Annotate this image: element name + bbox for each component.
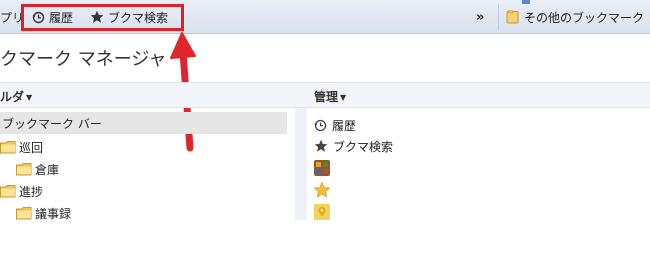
- map-favicon: [314, 204, 330, 220]
- tree-item-label: 巡回: [19, 140, 44, 155]
- tree-item-bookmarks-bar[interactable]: ブックマーク バー: [0, 112, 287, 134]
- tree-item-folder[interactable]: 議事録: [16, 202, 71, 224]
- list-item[interactable]: [314, 158, 335, 178]
- history-icon: [314, 119, 327, 131]
- organize-menu-label: 管理: [314, 90, 339, 104]
- list-item-label: 履歴: [332, 118, 357, 133]
- caret-down-icon: ▼: [26, 93, 33, 102]
- tree-item-label: ブックマーク バー: [2, 116, 102, 131]
- caret-down-icon: ▼: [340, 93, 347, 102]
- star-icon: [314, 139, 328, 152]
- star-favicon: [314, 182, 330, 198]
- folder-icon: [16, 163, 32, 176]
- list-item[interactable]: [314, 180, 335, 200]
- tree-item-label: 議事録: [35, 206, 72, 221]
- panel-divider[interactable]: [295, 108, 307, 220]
- organize-menu[interactable]: 管理 ▼: [314, 88, 346, 105]
- folders-menu[interactable]: ルダ ▼: [0, 88, 32, 105]
- list-item-label: ブクマ検索: [333, 139, 394, 154]
- folders-menu-label: ルダ: [0, 90, 25, 104]
- list-item[interactable]: [314, 202, 335, 222]
- list-item[interactable]: ブクマ検索: [314, 136, 393, 156]
- folder-icon: [0, 141, 16, 154]
- tree-item-folder[interactable]: 倉庫: [16, 158, 59, 180]
- app-favicon: [314, 160, 330, 176]
- tree-item-label: 進捗: [19, 184, 44, 199]
- folder-icon: [16, 207, 32, 220]
- tree-item-folder[interactable]: 進捗: [0, 180, 43, 202]
- list-item[interactable]: 履歴: [314, 115, 356, 135]
- tree-item-folder[interactable]: 巡回: [0, 136, 43, 158]
- page-title: クマーク マネージャ: [0, 49, 167, 70]
- tree-item-label: 倉庫: [35, 162, 60, 177]
- folder-icon: [0, 185, 16, 198]
